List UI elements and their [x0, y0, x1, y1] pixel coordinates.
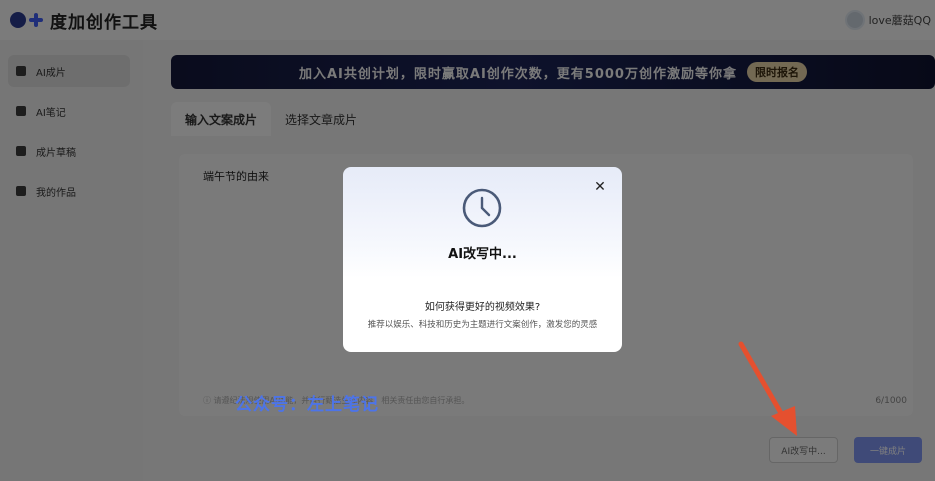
dialog-tip: 推荐以娱乐、科技和历史为主题进行文案创作，激发您的灵感 [367, 320, 598, 330]
dialog-question: 如何获得更好的视频效果? [424, 302, 541, 313]
rewriting-dialog: ✕ AI改写中... 如何获得更好的视频效果? 推荐以娱乐、科技和历史为主题进行… [343, 167, 622, 352]
watermark: 公众号：左上笔记 [235, 395, 379, 415]
clock-icon [462, 188, 502, 228]
close-icon[interactable]: ✕ [592, 179, 608, 195]
dialog-title: AI改写中... [448, 247, 517, 262]
annotation-arrow-icon [738, 341, 797, 436]
